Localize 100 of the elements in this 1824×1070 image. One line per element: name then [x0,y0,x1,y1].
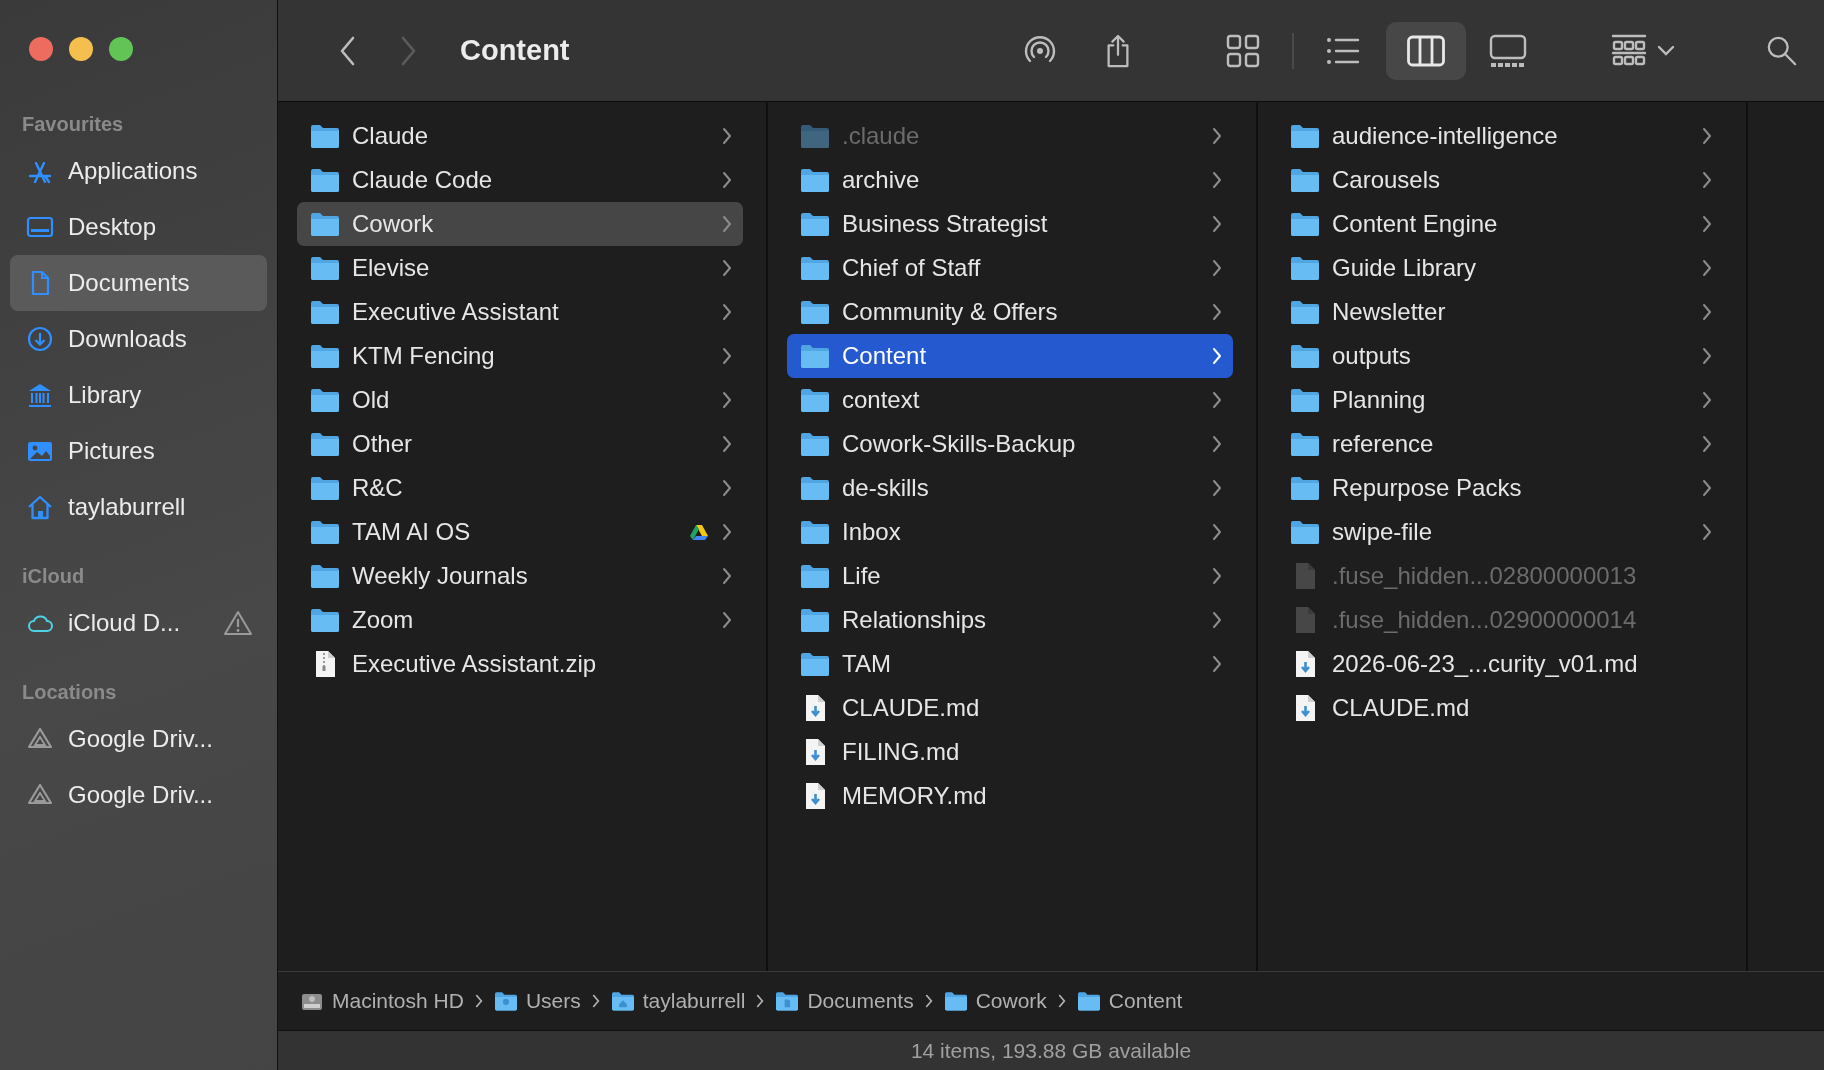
folder-row[interactable]: Community & Offers [787,290,1233,334]
file-name: context [842,386,921,414]
chevron-icon [721,435,733,453]
file-name: Guide Library [1332,254,1478,282]
folder-row[interactable]: Other [297,422,743,466]
minimize-button[interactable] [69,37,93,61]
folder-row[interactable]: Inbox [787,510,1233,554]
chevron-icon [1211,523,1223,541]
folder-row[interactable]: audience-intelligence [1277,114,1723,158]
folder-row[interactable]: TAM [787,642,1233,686]
chevron-icon [1211,479,1223,497]
chevron-icon [721,479,733,497]
path-item[interactable]: taylaburrell [610,989,746,1013]
file-row[interactable]: FILING.md [787,730,1233,774]
sidebar-item[interactable]: taylaburrell [10,479,267,535]
file-name: CLAUDE.md [842,694,981,722]
folder-row[interactable]: outputs [1277,334,1723,378]
chevron-icon [1701,391,1713,409]
folder-row[interactable]: de-skills [787,466,1233,510]
status-text: 14 items, 193.88 GB available [910,1038,1192,1063]
chevron-icon [473,994,484,1008]
file-name: Claude [352,122,430,150]
file-name: de-skills [842,474,930,502]
chevron-icon [721,171,733,189]
path-item[interactable]: Cowork [943,989,1047,1013]
file-name: Executive Assistant.zip [352,650,598,678]
file-row[interactable]: CLAUDE.md [787,686,1233,730]
file-row[interactable]: MEMORY.md [787,774,1233,818]
folder-row[interactable]: Claude Code [297,158,743,202]
folder-row[interactable]: context [787,378,1233,422]
folder-row[interactable]: KTM Fencing [297,334,743,378]
sidebar-label: Pictures [68,437,155,465]
house-icon [26,493,54,521]
building-icon [26,381,54,409]
folder-row[interactable]: Old [297,378,743,422]
folder-row[interactable]: Content [787,334,1233,378]
sidebar-item[interactable]: Library [10,367,267,423]
file-row[interactable]: 2026-06-23_...curity_v01.md [1277,642,1723,686]
chevron-icon [721,259,733,277]
file-name: reference [1332,430,1435,458]
chevron-icon [590,994,601,1008]
zoom-button[interactable] [109,37,133,61]
folder-row[interactable]: Zoom [297,598,743,642]
sidebar-item[interactable]: Downloads [10,311,267,367]
folder-row[interactable]: Weekly Journals [297,554,743,598]
sidebar-item[interactable]: iCloud D... [10,595,267,651]
chevron-icon [721,523,733,541]
window-title: Content [460,34,570,67]
folder-row[interactable]: Life [787,554,1233,598]
sidebar-item[interactable]: Documents [10,255,267,311]
file-name: R&C [352,474,404,502]
section-header: Locations [21,680,118,705]
folder-row[interactable]: R&C [297,466,743,510]
folder-row[interactable]: Cowork [297,202,743,246]
folder-row[interactable]: Guide Library [1277,246,1723,290]
folder-row[interactable]: Business Strategist [787,202,1233,246]
folder-row[interactable]: Content Engine [1277,202,1723,246]
file-row[interactable]: CLAUDE.md [1277,686,1723,730]
folder-row[interactable]: Chief of Staff [787,246,1233,290]
sidebar-item[interactable]: Pictures [10,423,267,479]
folder-row[interactable]: Repurpose Packs [1277,466,1723,510]
folder-row[interactable]: Claude [297,114,743,158]
sidebar-item[interactable]: Desktop [10,199,267,255]
file-name: Content Engine [1332,210,1499,238]
close-button[interactable] [29,37,53,61]
path-item[interactable]: Users [493,989,581,1013]
sidebar-label: Desktop [68,213,157,241]
sidebar-item[interactable]: Google Driv... [10,767,267,823]
folder-row[interactable]: TAM AI OS [297,510,743,554]
file-row[interactable]: Executive Assistant.zip [297,642,743,686]
folder-row[interactable]: swipe-file [1277,510,1723,554]
view-button[interactable] [1386,21,1466,80]
folder-row[interactable]: Planning [1277,378,1723,422]
folder-row[interactable]: Newsletter [1277,290,1723,334]
folder-row[interactable]: Cowork-Skills-Backup [787,422,1233,466]
sidebar-item[interactable]: Applications [10,143,267,199]
chevron-icon [1211,171,1223,189]
path-item[interactable]: Content [1076,989,1183,1013]
chevron-icon [1211,127,1223,145]
file-name: Old [352,386,391,414]
folder-row[interactable]: Elevise [297,246,743,290]
file-name: Claude Code [352,166,494,194]
chevron-icon [1056,994,1067,1008]
sidebar-label: iCloud D... [68,609,181,637]
folder-row[interactable]: Carousels [1277,158,1723,202]
chevron-icon [721,347,733,365]
caret-icon [1657,44,1675,57]
sidebar-label: Google Driv... [68,725,213,753]
path-item[interactable]: Macintosh HD [300,989,464,1013]
file-name: Elevise [352,254,431,282]
file-name: Cowork-Skills-Backup [842,430,1077,458]
folder-row[interactable]: Executive Assistant [297,290,743,334]
file-name: TAM AI OS [352,518,472,546]
folder-row[interactable]: reference [1277,422,1723,466]
folder-row[interactable]: Relationships [787,598,1233,642]
folder-row[interactable]: archive [787,158,1233,202]
sidebar-item[interactable]: Google Driv... [10,711,267,767]
path-item[interactable]: Documents [775,989,914,1013]
folder-icon [610,990,635,1012]
file-name: TAM [842,650,892,678]
